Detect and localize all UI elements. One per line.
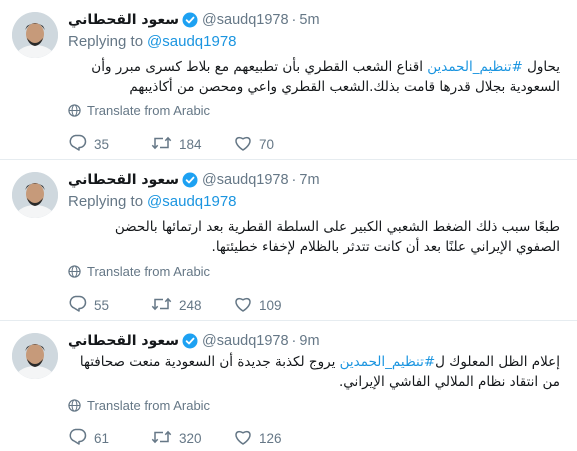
like-count: 70 <box>259 136 275 152</box>
timestamp[interactable]: 5m <box>299 12 319 28</box>
tweet-actions: 61 320 126 <box>68 428 317 448</box>
tweet-header: سعود القحطاني @saudq1978 · 7m <box>68 170 320 190</box>
reply-count: 55 <box>94 297 110 313</box>
display-name[interactable]: سعود القحطاني <box>68 12 179 28</box>
reply-icon <box>68 428 87 448</box>
replying-to: Replying to @saudq1978 <box>68 193 237 210</box>
like-icon <box>234 429 252 448</box>
hashtag-link[interactable]: #تنظيم_الحمدين <box>340 354 436 370</box>
tweet-text: إعلام الظل المعلوك ل#تنظيم_الحمدين يروج … <box>68 352 560 392</box>
retweet-button[interactable]: 320 <box>151 429 234 448</box>
tweet[interactable]: سعود القحطاني @saudq1978 · 7m Replying t… <box>0 160 577 321</box>
translate-link[interactable]: Translate from Arabic <box>68 264 210 279</box>
handle[interactable]: @saudq1978 <box>202 172 288 188</box>
like-button[interactable]: 126 <box>234 429 317 448</box>
hashtag-link[interactable]: #تنظيم_الحمدين <box>427 59 523 75</box>
tweet-text: طبعًا سبب ذلك الضغط الشعبي الكبير على ال… <box>68 217 560 257</box>
translate-link[interactable]: Translate from Arabic <box>68 398 210 413</box>
avatar[interactable] <box>12 12 58 58</box>
display-name[interactable]: سعود القحطاني <box>68 333 179 349</box>
like-button[interactable]: 109 <box>234 296 317 315</box>
tweet-feed: سعود القحطاني @saudq1978 · 5m Replying t… <box>0 0 577 451</box>
translate-label: Translate from Arabic <box>87 264 211 279</box>
separator: · <box>291 12 297 28</box>
retweet-icon <box>151 296 172 315</box>
retweet-count: 248 <box>179 297 202 313</box>
tweet-actions: 55 248 109 <box>68 295 317 315</box>
replying-label: Replying to <box>68 33 144 50</box>
translate-label: Translate from Arabic <box>87 398 211 413</box>
verified-badge-icon <box>182 172 198 188</box>
globe-icon <box>68 399 81 412</box>
reply-button[interactable]: 61 <box>68 428 151 448</box>
tweet-text-part: إعلام الظل المعلوك ل <box>435 354 560 370</box>
like-count: 126 <box>259 430 282 446</box>
retweet-count: 320 <box>179 430 202 446</box>
replying-to: Replying to @saudq1978 <box>68 33 237 50</box>
timestamp[interactable]: 9m <box>299 333 319 349</box>
retweet-button[interactable]: 184 <box>151 135 234 154</box>
avatar[interactable] <box>12 333 58 379</box>
like-icon <box>234 135 252 154</box>
handle[interactable]: @saudq1978 <box>202 333 288 349</box>
replying-mention-link[interactable]: @saudq1978 <box>147 193 236 210</box>
reply-icon <box>68 295 87 315</box>
reply-button[interactable]: 55 <box>68 295 151 315</box>
separator: · <box>291 172 297 188</box>
translate-label: Translate from Arabic <box>87 103 211 118</box>
reply-count: 35 <box>94 136 110 152</box>
replying-mention-link[interactable]: @saudq1978 <box>147 33 236 50</box>
tweet-header: سعود القحطاني @saudq1978 · 9m <box>68 331 320 351</box>
retweet-count: 184 <box>179 136 202 152</box>
reply-button[interactable]: 35 <box>68 134 151 154</box>
display-name[interactable]: سعود القحطاني <box>68 172 179 188</box>
handle[interactable]: @saudq1978 <box>202 12 288 28</box>
globe-icon <box>68 265 81 278</box>
avatar[interactable] <box>12 172 58 218</box>
reply-count: 61 <box>94 430 110 446</box>
retweet-icon <box>151 429 172 448</box>
tweet-text-part: يحاول <box>522 59 560 75</box>
like-icon <box>234 296 252 315</box>
retweet-button[interactable]: 248 <box>151 296 234 315</box>
translate-link[interactable]: Translate from Arabic <box>68 103 210 118</box>
tweet[interactable]: سعود القحطاني @saudq1978 · 5m Replying t… <box>0 0 577 160</box>
tweet[interactable]: سعود القحطاني @saudq1978 · 9m إعلام الظل… <box>0 321 577 451</box>
reply-icon <box>68 134 87 154</box>
like-count: 109 <box>259 297 282 313</box>
separator: · <box>291 333 297 349</box>
tweet-text-part: طبعًا سبب ذلك الضغط الشعبي الكبير على ال… <box>114 219 560 255</box>
verified-badge-icon <box>182 12 198 28</box>
like-button[interactable]: 70 <box>234 135 317 154</box>
retweet-icon <box>151 135 172 154</box>
timestamp[interactable]: 7m <box>299 172 319 188</box>
globe-icon <box>68 104 81 117</box>
tweet-header: سعود القحطاني @saudq1978 · 5m <box>68 10 320 30</box>
verified-badge-icon <box>182 333 198 349</box>
replying-label: Replying to <box>68 193 144 210</box>
tweet-text: يحاول #تنظيم_الحمدين اقناع الشعب القطري … <box>68 57 560 97</box>
tweet-actions: 35 184 70 <box>68 134 317 154</box>
